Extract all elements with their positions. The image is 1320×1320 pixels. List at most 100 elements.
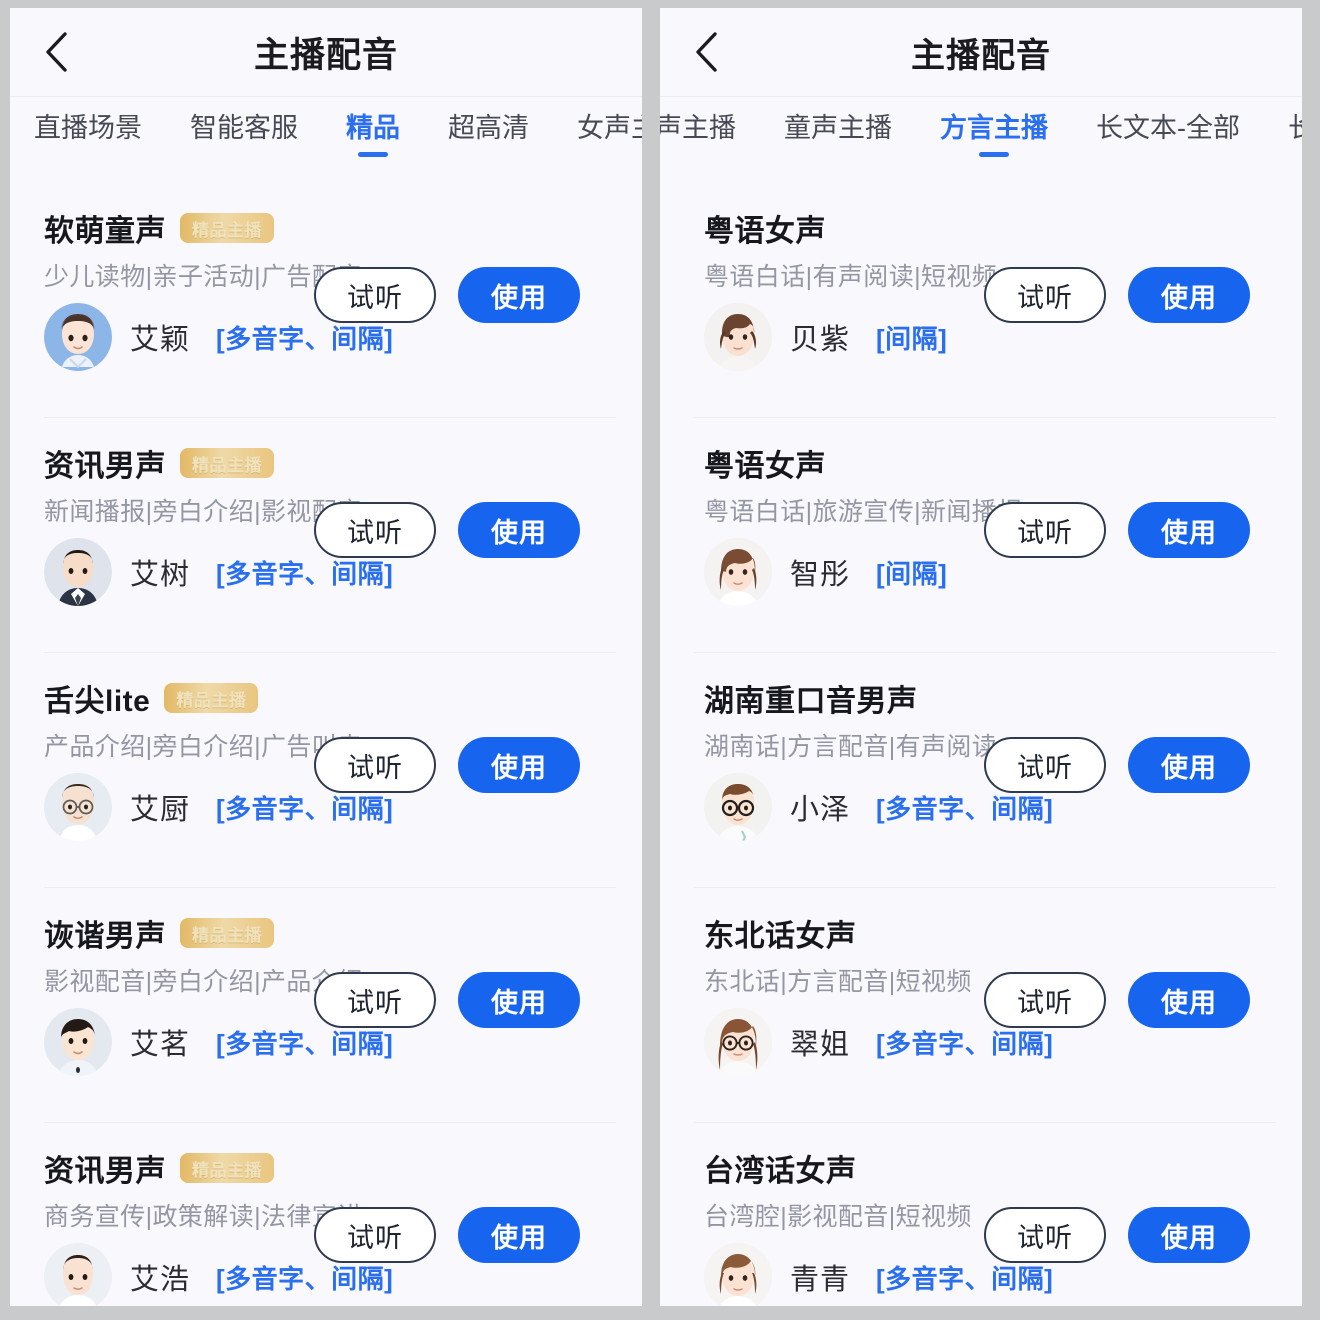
speaker-capability-tags[interactable]: [间隔]: [876, 554, 947, 591]
voice-header: 舌尖lite 精品主播: [44, 679, 620, 718]
speaker-capability-tags[interactable]: [多音字、间隔]: [216, 319, 393, 356]
avatar: [704, 1243, 772, 1306]
use-button[interactable]: 使用: [458, 1207, 580, 1263]
voice-list-item[interactable]: 资讯男声 精品主播 新闻播报|旁白介绍|影视配音 艾树 [多音字、间隔] 试听: [10, 418, 642, 653]
tab-item-4[interactable]: 长文: [1286, 111, 1302, 161]
use-button[interactable]: 使用: [1128, 737, 1250, 793]
speaker-capability-tags[interactable]: [多音字、间隔]: [876, 1259, 1053, 1296]
tab-item-3[interactable]: 长文本-全部: [1094, 111, 1242, 161]
premium-badge: 精品主播: [180, 1153, 274, 1183]
preview-button[interactable]: 试听: [984, 1207, 1106, 1263]
voice-list-item[interactable]: 台湾话女声 台湾腔|影视配音|短视频 青青 [多音字、间隔] 试听 使用: [660, 1123, 1302, 1306]
voice-header: 粤语女声: [704, 444, 1280, 483]
speaker-capability-tags[interactable]: [多音字、间隔]: [216, 1259, 393, 1296]
voice-header: 资讯男声 精品主播: [44, 444, 620, 483]
avatar: [704, 1008, 772, 1076]
preview-button[interactable]: 试听: [984, 267, 1106, 323]
use-button[interactable]: 使用: [458, 972, 580, 1028]
voice-header: 台湾话女声: [704, 1149, 1280, 1188]
speaker-capability-tags[interactable]: [多音字、间隔]: [216, 789, 393, 826]
speaker-name: 艾茗: [130, 1029, 191, 1061]
preview-button[interactable]: 试听: [984, 972, 1106, 1028]
speaker-name: 翠姐: [790, 1029, 851, 1061]
use-button[interactable]: 使用: [458, 267, 580, 323]
voice-name: 软萌童声: [44, 215, 166, 248]
voice-list-item[interactable]: 粤语女声 粤语白话|有声阅读|短视频 贝紫 [间隔] 试听 使用: [660, 183, 1302, 418]
use-button[interactable]: 使用: [1128, 502, 1250, 558]
preview-button[interactable]: 试听: [314, 1207, 436, 1263]
category-tabbar[interactable]: 男声主播童声主播方言主播长文本-全部长文: [660, 97, 1302, 183]
avatar: [704, 303, 772, 371]
page-title: 主播配音: [253, 35, 398, 75]
voice-name: 粤语女声: [704, 215, 826, 248]
voice-list-item[interactable]: 东北话女声 东北话|方言配音|短视频 翠姐 [多音字、间隔] 试听 使用: [660, 888, 1302, 1123]
speaker-capability-tags[interactable]: [多音字、间隔]: [876, 1024, 1053, 1061]
preview-button[interactable]: 试听: [984, 737, 1106, 793]
voice-body: 湖南话|方言配音|有声阅读 小泽 [多音字、间隔] 试听 使用: [704, 729, 1280, 841]
avatar: [44, 538, 112, 606]
speaker-capability-tags[interactable]: [多音字、间隔]: [876, 789, 1053, 826]
tab-item-0[interactable]: 直播场景: [32, 111, 144, 161]
voice-list-item[interactable]: 舌尖lite 精品主播 产品介绍|旁白介绍|广告叫卖 艾厨 [多音字、间隔] 试…: [10, 653, 642, 888]
voice-body: 粤语白话|旅游宣传|新闻播报 智彤 [间隔] 试听 使用: [704, 494, 1280, 606]
speaker-name: 艾厨: [130, 794, 191, 826]
use-button[interactable]: 使用: [458, 502, 580, 558]
voice-name: 资讯男声: [44, 1155, 166, 1188]
voice-name: 资讯男声: [44, 450, 166, 483]
tab-item-1[interactable]: 智能客服: [188, 111, 300, 161]
category-tabbar[interactable]: 直播场景智能客服精品超高清女声主播: [10, 97, 642, 183]
voice-actions: 试听 使用: [984, 502, 1250, 558]
voice-list-item[interactable]: 粤语女声 粤语白话|旅游宣传|新闻播报 智彤 [间隔] 试听 使用: [660, 418, 1302, 653]
preview-button[interactable]: 试听: [314, 502, 436, 558]
speaker-capability-tags[interactable]: [间隔]: [876, 319, 947, 356]
premium-badge: 精品主播: [180, 918, 274, 948]
use-button[interactable]: 使用: [1128, 267, 1250, 323]
speaker-capability-tags[interactable]: [多音字、间隔]: [216, 554, 393, 591]
tab-item-0[interactable]: 男声主播: [660, 111, 738, 161]
preview-button[interactable]: 试听: [314, 737, 436, 793]
voice-header: 诙谐男声 精品主播: [44, 914, 620, 953]
voice-list-item[interactable]: 诙谐男声 精品主播 影视配音|旁白介绍|产品介绍 艾茗 [多音字、间隔] 试听: [10, 888, 642, 1123]
tab-item-1[interactable]: 童声主播: [782, 111, 894, 161]
voice-actions: 试听 使用: [984, 267, 1250, 323]
tab-active-2[interactable]: 精品: [344, 111, 402, 161]
tab-active-2[interactable]: 方言主播: [938, 111, 1050, 161]
voice-list-item[interactable]: 资讯男声 精品主播 商务宣传|政策解读|法律宣讲 艾浩 [多音字、间隔] 试听 …: [10, 1123, 642, 1306]
voice-actions: 试听 使用: [314, 972, 580, 1028]
speaker-name: 艾浩: [130, 1264, 191, 1296]
voice-name: 舌尖lite: [44, 685, 151, 718]
preview-button[interactable]: 试听: [314, 972, 436, 1028]
chevron-left-icon[interactable]: [36, 32, 76, 72]
voice-list: 软萌童声 精品主播 少儿读物|亲子活动|广告配音 艾颖 [多音字、间隔] 试听: [10, 183, 642, 1306]
voice-actions: 试听 使用: [314, 267, 580, 323]
screenshot-root: 主播配音直播场景智能客服精品超高清女声主播 软萌童声 精品主播 少儿读物|亲子活…: [0, 0, 1320, 1320]
chevron-left-icon[interactable]: [686, 32, 726, 72]
tab-item-3[interactable]: 超高清: [446, 111, 531, 161]
voice-actions: 试听 使用: [314, 1207, 580, 1263]
avatar: [44, 773, 112, 841]
screen-left: 主播配音直播场景智能客服精品超高清女声主播 软萌童声 精品主播 少儿读物|亲子活…: [10, 8, 642, 1306]
voice-name: 湖南重口音男声: [704, 685, 918, 718]
preview-button[interactable]: 试听: [314, 267, 436, 323]
voice-list-item[interactable]: 软萌童声 精品主播 少儿读物|亲子活动|广告配音 艾颖 [多音字、间隔] 试听: [10, 183, 642, 418]
tabstrip: 男声主播童声主播方言主播长文本-全部长文: [660, 111, 1302, 161]
premium-badge: 精品主播: [180, 448, 274, 478]
premium-badge: 精品主播: [164, 683, 259, 713]
use-button[interactable]: 使用: [1128, 1207, 1250, 1263]
voice-list-item[interactable]: 湖南重口音男声 湖南话|方言配音|有声阅读 小泽 [多音字、间隔] 试听 使用: [660, 653, 1302, 888]
preview-button[interactable]: 试听: [984, 502, 1106, 558]
voice-name: 东北话女声: [704, 920, 857, 953]
voice-name: 台湾话女声: [704, 1155, 857, 1188]
speaker-capability-tags[interactable]: [多音字、间隔]: [216, 1024, 393, 1061]
voice-body: 东北话|方言配音|短视频 翠姐 [多音字、间隔] 试听 使用: [704, 964, 1280, 1076]
tabstrip: 直播场景智能客服精品超高清女声主播: [10, 111, 642, 161]
tab-item-4[interactable]: 女声主播: [575, 111, 642, 161]
voice-actions: 试听 使用: [314, 502, 580, 558]
voice-actions: 试听 使用: [314, 737, 580, 793]
use-button[interactable]: 使用: [1128, 972, 1250, 1028]
speaker-name: 贝紫: [790, 324, 851, 356]
use-button[interactable]: 使用: [458, 737, 580, 793]
voice-name: 粤语女声: [704, 450, 826, 483]
avatar: [44, 1008, 112, 1076]
voice-name: 诙谐男声: [44, 920, 166, 953]
